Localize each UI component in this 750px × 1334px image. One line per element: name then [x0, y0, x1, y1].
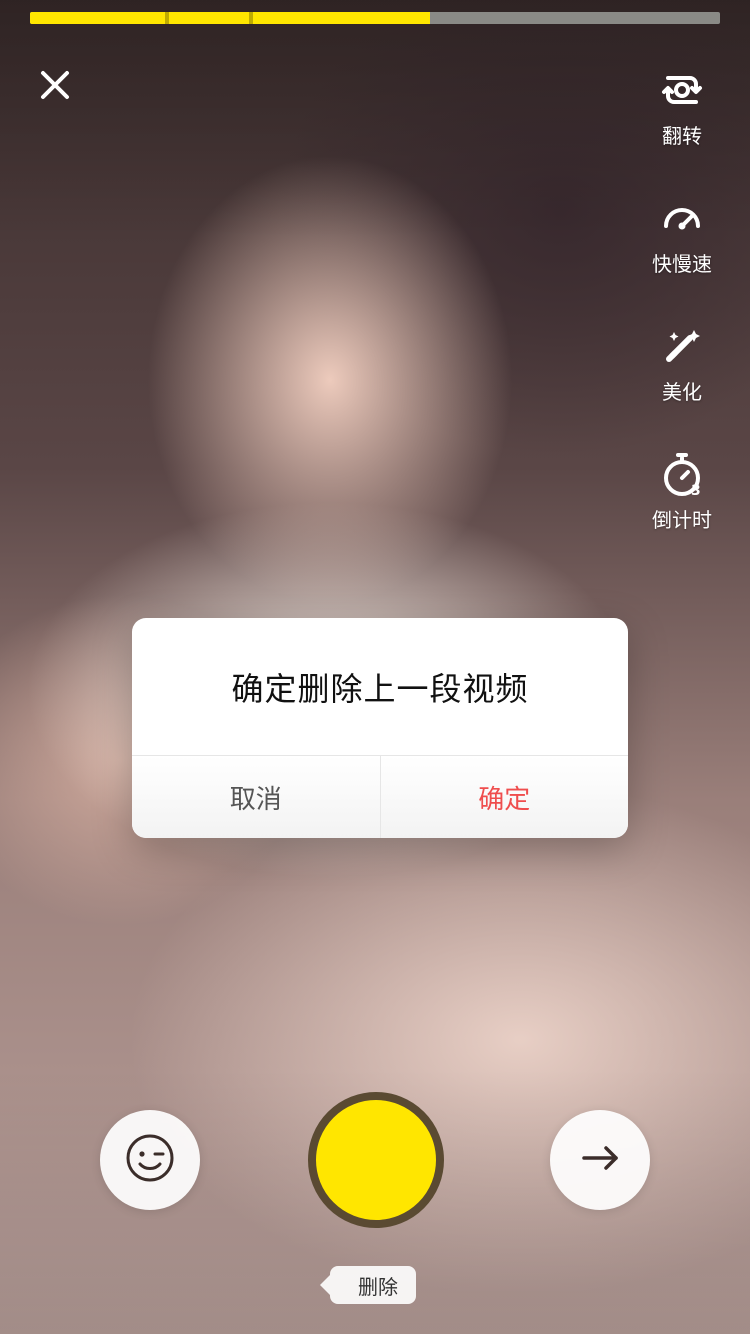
svg-text:3: 3 [691, 483, 701, 499]
confirm-button[interactable]: 确定 [381, 756, 629, 838]
tool-beauty[interactable]: 美化 [642, 318, 722, 446]
recording-progress-filled [30, 12, 431, 24]
delete-segment-button[interactable]: 删除 [320, 1266, 416, 1304]
segment-break [164, 12, 169, 24]
tool-timer[interactable]: 3 倒计时 [642, 446, 722, 574]
recording-progress-bar [30, 12, 720, 24]
tool-flip[interactable]: 翻转 [642, 62, 722, 190]
tool-label: 快慢速 [652, 252, 712, 276]
emoji-button[interactable] [100, 1110, 200, 1210]
delete-label: 删除 [358, 1274, 398, 1299]
arrow-right-icon [572, 1130, 628, 1190]
tool-speed[interactable]: 快慢速 [642, 190, 722, 318]
smile-icon [123, 1131, 177, 1189]
speedometer-icon [654, 190, 710, 246]
flip-camera-icon [654, 62, 710, 118]
close-icon [38, 68, 72, 106]
record-button[interactable] [308, 1092, 444, 1228]
tool-label: 翻转 [662, 124, 702, 148]
segment-break [249, 12, 254, 24]
magic-wand-icon [654, 318, 710, 374]
dialog-message: 确定删除上一段视频 [231, 670, 529, 708]
confirm-delete-dialog: 确定删除上一段视频 取消 确定 [132, 618, 628, 838]
dialog-actions: 取消 确定 [132, 755, 628, 838]
tool-label: 美化 [662, 380, 702, 404]
tool-label: 倒计时 [652, 508, 712, 532]
next-button[interactable] [550, 1110, 650, 1210]
cancel-button[interactable]: 取消 [132, 756, 381, 838]
timer-3-icon: 3 [654, 446, 710, 502]
right-tools: 翻转 快慢速 美化 3 倒计时 [642, 62, 722, 574]
close-button[interactable] [30, 62, 80, 112]
